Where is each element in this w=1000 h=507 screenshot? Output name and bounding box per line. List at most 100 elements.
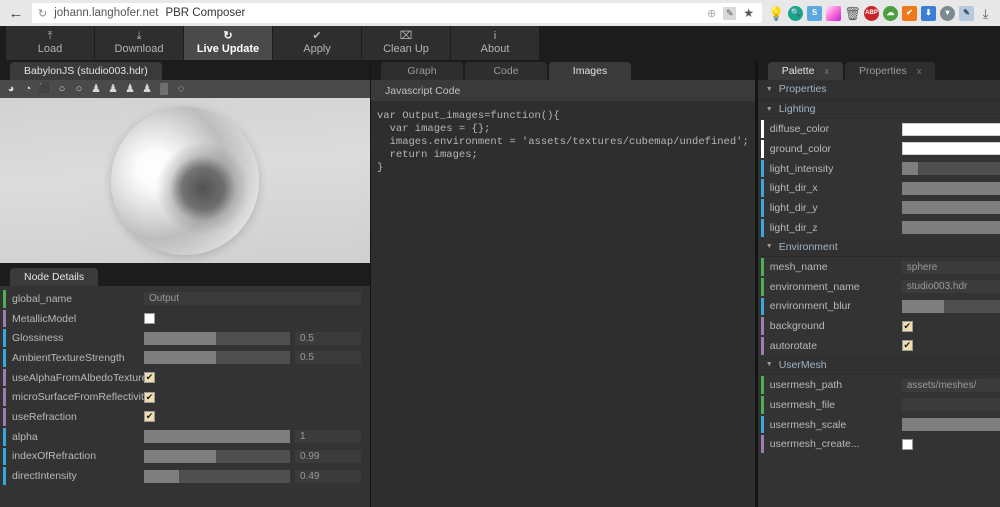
tab-images[interactable]: Images [549, 62, 631, 80]
property-type-accent [760, 120, 764, 139]
lightbulb-extension-icon[interactable]: 💡 [769, 6, 784, 21]
palette-tabstrip: Palette x Properties x [757, 60, 1000, 80]
env-sphere-2-icon[interactable]: ◔ [21, 82, 35, 96]
checkbox[interactable]: ✔ [901, 320, 913, 332]
toolbar-button-load[interactable]: ⤒ Load [6, 26, 94, 60]
omnibox[interactable]: ↻ johann.langhofer.net PBR Composer ⊕ ✎ … [32, 3, 762, 23]
property-label: alpha [12, 430, 38, 443]
shield-check-extension-icon[interactable]: ✔ [902, 5, 917, 21]
numeric-value-input[interactable]: 0.5 [295, 351, 361, 365]
toolbar-button-download[interactable]: ⤓ Download [95, 26, 183, 60]
add-mesh-icon[interactable]: ♟ [140, 82, 154, 96]
group-header-lighting[interactable]: ▼ Lighting [757, 99, 1000, 120]
balloon-extension-icon[interactable]: ▾ [940, 5, 955, 21]
loading-spinner-icon[interactable]: ◌ [174, 82, 188, 96]
property-label: usermesh_create... [769, 438, 860, 451]
property-type-accent [760, 336, 764, 355]
toolbar-button-about[interactable]: i About [451, 26, 539, 60]
slider-track[interactable] [144, 469, 290, 483]
mesh-person-3-icon[interactable]: ♟ [123, 82, 137, 96]
text-input[interactable] [901, 398, 1000, 412]
slider-track[interactable] [901, 418, 1000, 432]
slider-track[interactable] [901, 181, 1000, 195]
checkbox[interactable]: ✔ [144, 411, 155, 423]
globe-icon[interactable]: ⊕ [707, 7, 716, 20]
property-type-accent [760, 159, 764, 178]
slider-track[interactable] [901, 201, 1000, 215]
back-arrow-icon[interactable]: ← [4, 2, 28, 24]
group-header-environment[interactable]: ▼ Environment [757, 237, 1000, 258]
adblock-plus-extension-icon[interactable]: ABP [864, 5, 879, 21]
property-control: ✔ [144, 411, 370, 423]
slider-track[interactable] [901, 221, 1000, 235]
trash-extension-icon[interactable]: 🗑 [845, 6, 860, 21]
numeric-value-input[interactable]: 0.99 [295, 449, 361, 463]
toolbar-button-clean-up[interactable]: ⌧ Clean Up [362, 26, 450, 60]
slider-track[interactable] [144, 331, 290, 345]
babylonjs-render-viewport[interactable] [0, 98, 370, 263]
property-label: ground_color [769, 142, 832, 155]
slider-track[interactable] [901, 162, 1000, 176]
property-control: 1 [901, 221, 1000, 235]
property-control [901, 438, 1000, 450]
slider-track[interactable] [144, 430, 290, 444]
pencil-edit-icon[interactable]: ✎ [723, 6, 737, 20]
numeric-value-input[interactable]: 1 [295, 430, 361, 444]
tab-properties[interactable]: Properties x [844, 62, 936, 80]
text-input[interactable]: assets/meshes/ [901, 378, 1000, 392]
select-value: sphere [906, 261, 938, 273]
javascript-code-editor[interactable]: var Output_images=function(){ var images… [371, 102, 755, 507]
circle-outline-icon[interactable]: ○ [55, 82, 69, 96]
group-label: Lighting [778, 103, 816, 116]
extension-toolbar: 💡 🔍 S 🗑 ABP ☁ ✔ ⬇ ▾ ✎ ⤓ [766, 5, 996, 21]
property-label: environment_blur [769, 300, 851, 313]
toolbar-button-label: Clean Up [383, 43, 429, 55]
save-page-extension-icon[interactable]: ⤓ [978, 6, 993, 21]
group-header-properties[interactable]: ▼ Properties [757, 80, 1000, 100]
tab-babylonjs-viewport[interactable]: BabylonJS (studio003.hdr) [10, 62, 162, 80]
checkbox[interactable] [144, 313, 155, 325]
tab-node-details[interactable]: Node Details [10, 268, 99, 286]
checkbox[interactable] [901, 438, 913, 450]
close-icon[interactable]: x [917, 66, 922, 76]
close-icon[interactable]: x [824, 66, 829, 76]
download-arrow-extension-icon[interactable]: ⬇ [921, 5, 936, 21]
cube-mesh-icon[interactable]: ⬛ [38, 82, 52, 96]
cloud-extension-icon[interactable]: ☁ [883, 5, 898, 21]
mesh-person-2-icon[interactable]: ♟ [106, 82, 120, 96]
numeric-value-input[interactable]: 0.49 [295, 469, 361, 483]
env-sphere-1-icon[interactable]: ◕ [4, 82, 18, 96]
grid-toggle-icon[interactable]: ▒ [157, 82, 171, 96]
color-picker-field[interactable]: #ffffff [901, 142, 1000, 156]
select-dropdown[interactable]: sphere▼ [901, 260, 1000, 274]
color-picker-field[interactable]: #ffffff [901, 122, 1000, 136]
mesh-person-1-icon[interactable]: ♟ [89, 82, 103, 96]
checkbox[interactable]: ✔ [144, 372, 155, 384]
evernote-extension-icon[interactable]: S [807, 5, 822, 21]
tab-graph[interactable]: Graph [381, 62, 463, 80]
property-row: usermesh_scale 1 [758, 415, 1000, 435]
search-magnifier-extension-icon[interactable]: 🔍 [788, 5, 803, 21]
property-label: autorotate [769, 339, 818, 352]
slider-track[interactable] [144, 449, 290, 463]
group-header-usermesh[interactable]: ▼ UserMesh [757, 355, 1000, 376]
circle-outline-2-icon[interactable]: ○ [72, 82, 86, 96]
text-input[interactable]: Output [144, 292, 361, 306]
notepad-extension-icon[interactable]: ✎ [959, 5, 974, 21]
property-control: 1 [901, 162, 1000, 176]
bookmark-star-icon[interactable]: ★ [743, 6, 754, 20]
slider-track[interactable] [901, 299, 1000, 313]
toolbar-button-label: About [480, 43, 510, 55]
color-gradient-extension-icon[interactable] [826, 5, 841, 21]
toolbar-button-live-update[interactable]: ↻ Live Update [184, 26, 272, 60]
slider-track[interactable] [144, 351, 290, 365]
tab-palette[interactable]: Palette x [767, 62, 843, 80]
checkbox[interactable]: ✔ [144, 391, 155, 403]
numeric-value-input[interactable]: 0.5 [295, 331, 361, 345]
select-dropdown[interactable]: studio003.hdr▼ [901, 280, 1000, 294]
tab-code[interactable]: Code [465, 62, 547, 80]
reload-icon[interactable]: ↻ [38, 7, 47, 20]
toolbar-button-apply[interactable]: ✔ Apply [273, 26, 361, 60]
checkbox[interactable]: ✔ [901, 340, 913, 352]
group-label: Properties [778, 83, 827, 96]
